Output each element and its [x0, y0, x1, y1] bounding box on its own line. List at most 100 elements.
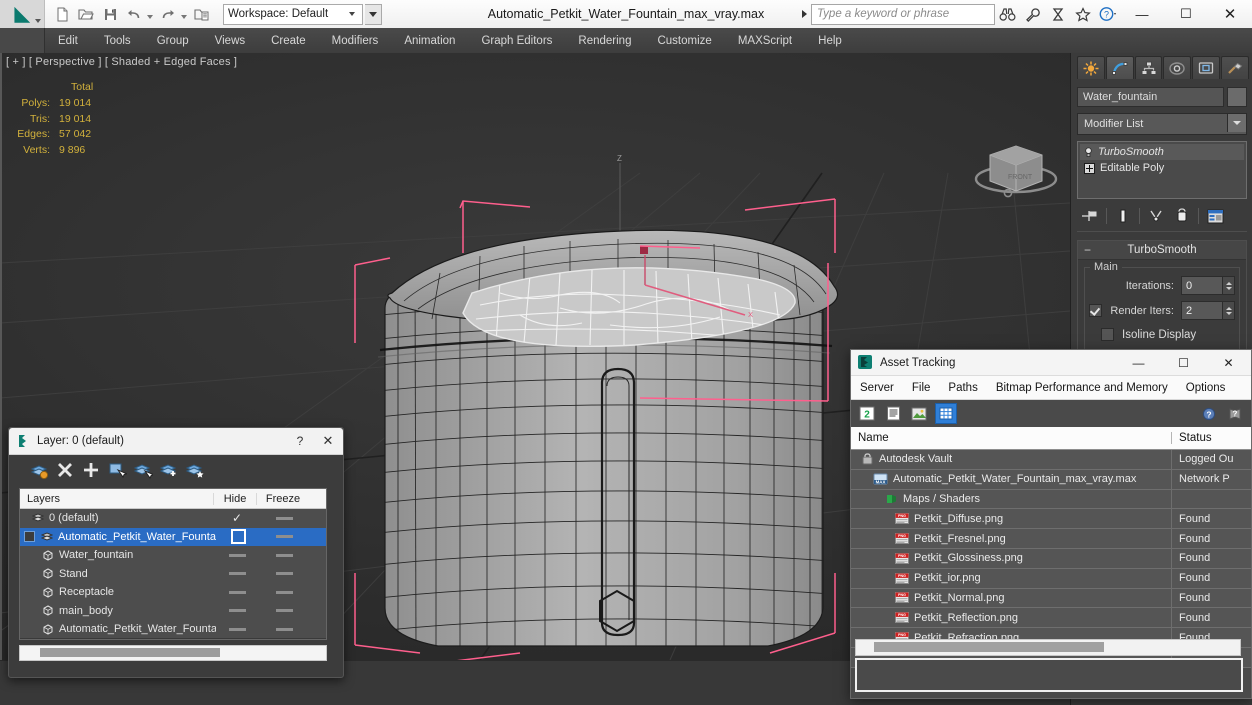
- table-row[interactable]: PNG Petkit_Diffuse.png Found: [851, 509, 1251, 530]
- set-current-layer-icon[interactable]: [183, 458, 207, 482]
- object-name-field[interactable]: Water_fountain: [1077, 87, 1224, 107]
- table-row[interactable]: PNG Petkit_ior.png Found: [851, 568, 1251, 589]
- table-row[interactable]: Water_fountain: [20, 546, 326, 565]
- redo-icon[interactable]: [157, 3, 179, 25]
- binoculars-icon[interactable]: [995, 0, 1020, 28]
- maximize-button[interactable]: ☐: [1164, 0, 1208, 28]
- set-project-folder-icon[interactable]: [191, 3, 213, 25]
- open-file-icon[interactable]: [75, 3, 97, 25]
- motion-tab[interactable]: [1163, 56, 1192, 79]
- menu-item-bitmap-performance-and-memory[interactable]: Bitmap Performance and Memory: [987, 382, 1177, 394]
- app-menu-button[interactable]: ◣: [0, 0, 45, 28]
- column-freeze[interactable]: Freeze: [256, 492, 309, 505]
- object-color-swatch[interactable]: [1227, 87, 1247, 107]
- menu-item-graph-editors[interactable]: Graph Editors: [468, 28, 565, 53]
- display-tab[interactable]: [1192, 56, 1221, 79]
- minimize-button[interactable]: —: [1116, 350, 1161, 375]
- scrollbar-thumb[interactable]: [40, 648, 220, 657]
- table-row[interactable]: Receptacle: [20, 583, 326, 602]
- menu-item-help[interactable]: Help: [805, 28, 855, 53]
- column-status[interactable]: Status: [1171, 432, 1251, 444]
- menu-item-tools[interactable]: Tools: [91, 28, 144, 53]
- hierarchy-tab[interactable]: [1134, 56, 1163, 79]
- modifier-stack-item-editable-poly[interactable]: Editable Poly: [1080, 160, 1244, 176]
- maximize-button[interactable]: ☐: [1161, 350, 1206, 375]
- freeze-toggle[interactable]: [258, 535, 310, 539]
- iterations-spin-buttons[interactable]: [1223, 276, 1235, 295]
- menu-item-options[interactable]: Options: [1177, 382, 1235, 394]
- remove-modifier-icon[interactable]: [1169, 205, 1195, 227]
- menu-item-rendering[interactable]: Rendering: [565, 28, 644, 53]
- workspace-dropdown-button[interactable]: [365, 3, 383, 25]
- pin-stack-icon[interactable]: [1077, 205, 1103, 227]
- wrench-icon[interactable]: [1020, 0, 1045, 28]
- viewport-label[interactable]: [ + ] [ Perspective ] [ Shaded + Edged F…: [6, 56, 237, 68]
- hide-toggle[interactable]: [216, 627, 258, 631]
- table-row[interactable]: Maps / Shaders: [851, 489, 1251, 510]
- table-row[interactable]: main_body: [20, 602, 326, 621]
- modifier-stack-item-turbosmooth[interactable]: TurboSmooth: [1080, 144, 1244, 160]
- layer-list-horizontal-scrollbar[interactable]: [19, 645, 327, 661]
- select-objects-in-layer-icon[interactable]: [105, 458, 129, 482]
- rollout-header[interactable]: − TurboSmooth: [1078, 241, 1246, 260]
- menu-item-modifiers[interactable]: Modifiers: [319, 28, 392, 53]
- show-end-result-icon[interactable]: [1110, 205, 1136, 227]
- workspace-selector[interactable]: Workspace: Default: [223, 3, 364, 25]
- thumbnail-view-icon[interactable]: [909, 404, 929, 423]
- modify-tab[interactable]: [1105, 56, 1134, 79]
- add-selected-objects-icon[interactable]: [157, 458, 181, 482]
- search-expand-icon[interactable]: [797, 0, 811, 28]
- create-new-layer-icon[interactable]: [27, 458, 51, 482]
- hide-toggle[interactable]: [216, 572, 258, 576]
- asset-tracking-window[interactable]: Asset Tracking — ☐ ✕ Server File Paths B…: [850, 349, 1252, 699]
- render-iters-spinner[interactable]: 2: [1181, 301, 1235, 320]
- freeze-toggle[interactable]: [258, 609, 310, 613]
- layer-dialog-title-bar[interactable]: Layer: 0 (default) ? ✕: [9, 428, 343, 455]
- help-icon[interactable]: ?: [1095, 0, 1120, 28]
- minimize-button[interactable]: —: [1120, 0, 1164, 28]
- refresh-icon[interactable]: 2: [857, 404, 877, 423]
- menu-item-animation[interactable]: Animation: [391, 28, 468, 53]
- asset-table-horizontal-scrollbar[interactable]: [855, 639, 1241, 656]
- hourglass-icon[interactable]: [1045, 0, 1070, 28]
- menu-item-customize[interactable]: Customize: [644, 28, 724, 53]
- menu-item-maxscript[interactable]: MAXScript: [725, 28, 805, 53]
- freeze-toggle[interactable]: [258, 627, 310, 631]
- new-file-icon[interactable]: [51, 3, 73, 25]
- render-iters-value[interactable]: 2: [1181, 301, 1223, 320]
- column-layers[interactable]: Layers: [20, 493, 213, 505]
- menu-item-create[interactable]: Create: [258, 28, 319, 53]
- hide-toggle[interactable]: [216, 553, 258, 557]
- undo-dropdown-icon[interactable]: [147, 15, 153, 19]
- iterations-value[interactable]: 0: [1181, 276, 1223, 295]
- search-input[interactable]: Type a keyword or phrase: [811, 3, 995, 25]
- modifier-list-dropdown[interactable]: Modifier List: [1077, 113, 1247, 135]
- grid-view-icon[interactable]: [935, 403, 957, 424]
- table-row[interactable]: Automatic_Petkit_Water_Fountain: [20, 620, 326, 639]
- table-row[interactable]: PNG Petkit_Glossiness.png Found: [851, 548, 1251, 569]
- scrollbar-thumb[interactable]: [874, 642, 1104, 652]
- table-row[interactable]: PNG Petkit_Reflection.png Found: [851, 608, 1251, 629]
- help-question-icon[interactable]: ?: [1199, 404, 1219, 423]
- close-button[interactable]: ✕: [1208, 0, 1252, 28]
- hide-toggle[interactable]: [216, 590, 258, 594]
- table-row[interactable]: PNG Petkit_Normal.png Found: [851, 588, 1251, 609]
- make-unique-icon[interactable]: [1143, 205, 1169, 227]
- render-iters-spin-buttons[interactable]: [1223, 301, 1235, 320]
- help-button[interactable]: ?: [287, 434, 313, 448]
- menu-item-file[interactable]: File: [903, 382, 940, 394]
- undo-icon[interactable]: [123, 3, 145, 25]
- delete-layer-icon[interactable]: [53, 458, 77, 482]
- menu-item-edit[interactable]: Edit: [45, 28, 91, 53]
- menu-item-group[interactable]: Group: [144, 28, 202, 53]
- isoline-display-checkbox[interactable]: [1101, 328, 1114, 341]
- add-layer-icon[interactable]: [79, 458, 103, 482]
- save-file-icon[interactable]: [99, 3, 121, 25]
- column-name[interactable]: Name: [851, 432, 1171, 444]
- table-row[interactable]: Stand: [20, 565, 326, 584]
- freeze-toggle[interactable]: [258, 590, 310, 594]
- column-hide[interactable]: Hide: [213, 492, 256, 505]
- layer-list[interactable]: Layers Hide Freeze 0 (default) ✓ Automat…: [19, 488, 327, 640]
- hide-toggle[interactable]: [216, 609, 258, 613]
- layer-dialog[interactable]: Layer: 0 (default) ? ✕ Layers Hide Freez…: [8, 427, 344, 678]
